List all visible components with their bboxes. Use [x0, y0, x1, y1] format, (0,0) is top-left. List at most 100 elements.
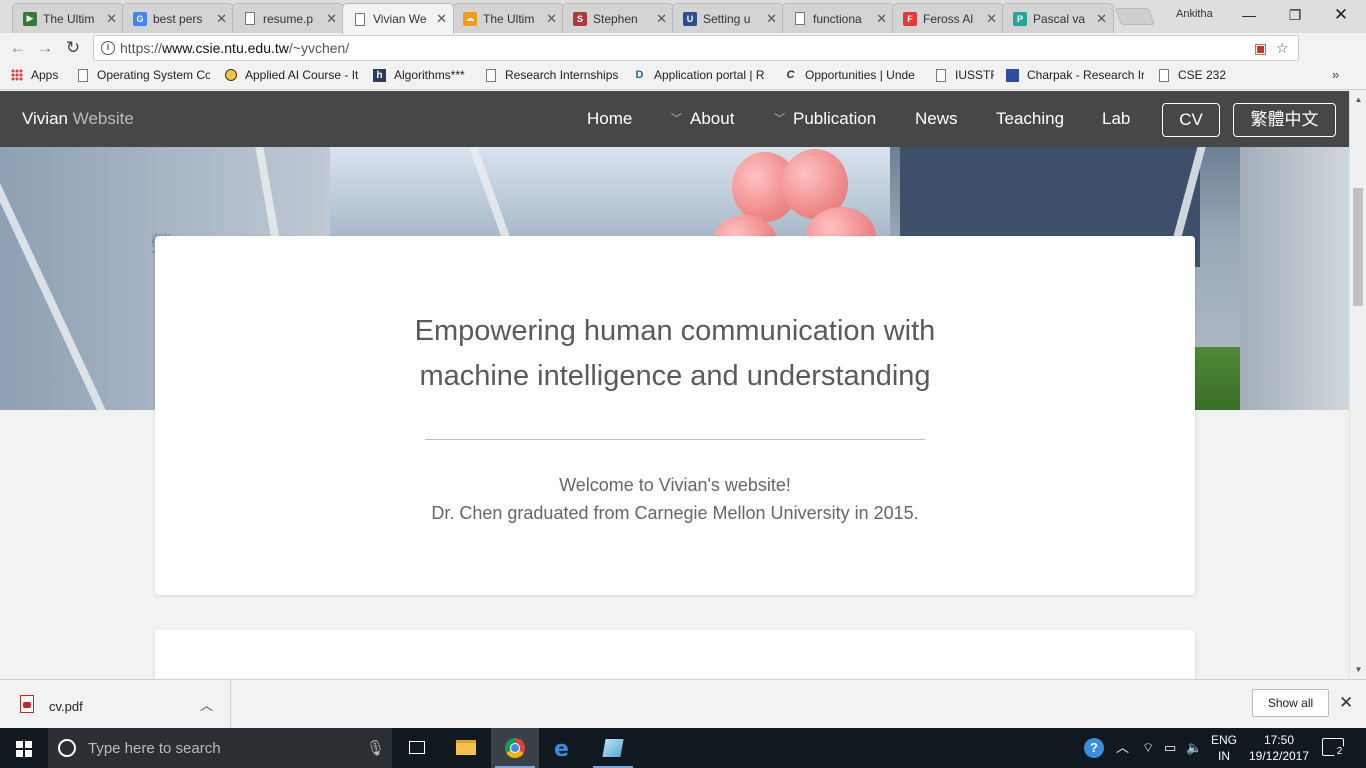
bookmark-item[interactable]: C Opportunities | Unde — [784, 68, 920, 82]
hero-plant — [1195, 347, 1240, 410]
bookmark-label: Applied AI Course - It — [245, 68, 359, 82]
show-hidden-icons-icon[interactable]: ︿ — [1116, 728, 1129, 768]
info-icon[interactable]: i — [101, 41, 115, 55]
site-brand[interactable]: Vivian Website — [22, 91, 134, 147]
bookmark-item[interactable]: Operating System Co — [76, 68, 210, 82]
scroll-down-icon[interactable]: ▼ — [1350, 665, 1366, 674]
chrome-taskbar-button[interactable] — [491, 728, 539, 768]
tab-title: functiona — [813, 11, 862, 26]
close-tab-icon[interactable]: ✕ — [876, 11, 887, 27]
scrollbar-thumb[interactable] — [1353, 188, 1363, 306]
nav-lab-link[interactable]: Lab — [1102, 91, 1130, 147]
close-window-icon[interactable]: ✕ — [1318, 4, 1364, 26]
bookmark-label: CSE 232 — [1178, 68, 1227, 82]
close-tab-icon[interactable]: ✕ — [766, 11, 777, 27]
bookmark-item[interactable]: IUSSTF — [934, 68, 994, 82]
close-tab-icon[interactable]: ✕ — [1096, 11, 1107, 27]
browser-tab[interactable]: F Feross Al ✕ — [892, 3, 1004, 33]
hero-pillar — [1240, 147, 1349, 410]
ai-course-icon — [224, 69, 237, 82]
start-button[interactable] — [0, 728, 48, 768]
bookmark-item[interactable]: D Application portal | R — [633, 68, 771, 82]
bookmark-item[interactable]: Research Internships — [484, 68, 620, 82]
close-tab-icon[interactable]: ✕ — [656, 11, 667, 27]
url-text[interactable]: https://www.csie.ntu.edu.tw/~yvchen/ — [120, 36, 349, 60]
edge-icon: e — [554, 737, 569, 762]
battery-icon[interactable]: ▭ — [1164, 728, 1176, 768]
browser-tab[interactable]: Vivian We ✕ — [342, 3, 454, 34]
bookmark-item[interactable]: CSE 232 — [1157, 68, 1227, 82]
browser-tab[interactable]: ▶ The Ultim ✕ — [12, 3, 124, 33]
charpak-icon — [1006, 68, 1019, 82]
language-code: ENG — [1210, 733, 1237, 747]
apps-grid-icon — [10, 69, 23, 82]
back-arrow-icon[interactable]: ← — [6, 37, 30, 59]
profile-name[interactable]: Ankitha — [1176, 8, 1213, 20]
help-icon[interactable]: ? — [1084, 738, 1104, 758]
forward-arrow-icon[interactable]: → — [33, 37, 57, 59]
task-view-button[interactable] — [392, 728, 440, 768]
bookmark-label: IUSSTF — [955, 68, 994, 82]
more-bookmarks-icon[interactable]: » — [1332, 67, 1339, 82]
browser-tab[interactable]: ☁ The Ultim ✕ — [452, 3, 564, 33]
video-icon: ▶ — [23, 11, 37, 26]
nav-news-link[interactable]: News — [915, 91, 958, 147]
close-tab-icon[interactable]: ✕ — [436, 11, 447, 27]
chinese-language-button[interactable]: 繁體中文 — [1233, 103, 1336, 137]
browser-tab[interactable]: functiona ✕ — [782, 3, 894, 33]
new-tab-button[interactable] — [1114, 8, 1156, 25]
minimize-icon[interactable]: — — [1226, 4, 1272, 26]
close-tab-icon[interactable]: ✕ — [546, 11, 557, 27]
close-download-bar-icon[interactable]: ✕ — [1339, 693, 1353, 713]
bookmark-item[interactable]: h Algorithms*** — [373, 68, 473, 82]
close-tab-icon[interactable]: ✕ — [216, 11, 227, 27]
browser-tab[interactable]: resume.p ✕ — [232, 3, 344, 33]
edge-taskbar-button[interactable]: e — [540, 728, 588, 768]
page-scrollbar[interactable]: ▲ ▼ — [1349, 91, 1366, 679]
download-item[interactable]: cv.pdf ︿ — [0, 680, 231, 729]
input-language[interactable]: ENG IN — [1206, 732, 1242, 764]
bookmark-item[interactable]: Charpak - Research Ir — [1006, 68, 1144, 82]
taskbar-search-box[interactable]: Type here to search 🎙 — [48, 728, 392, 768]
close-tab-icon[interactable]: ✕ — [326, 11, 337, 27]
system-clock[interactable]: 17:50 19/12/2017 — [1248, 732, 1310, 764]
browser-tab[interactable]: Gbest pers ✕ — [122, 3, 234, 33]
section-divider — [425, 439, 925, 440]
nav-publication-link[interactable]: ﹀ Publication — [774, 91, 876, 149]
tab-title: Feross Al — [923, 11, 974, 26]
chrome-icon — [505, 738, 525, 758]
region-code: IN — [1218, 749, 1230, 763]
download-file-name[interactable]: cv.pdf — [49, 699, 83, 714]
bookmark-label: Application portal | R — [654, 68, 765, 82]
show-all-downloads-button[interactable]: Show all — [1252, 689, 1329, 717]
cortana-icon — [58, 739, 76, 757]
wifi-icon[interactable]: ⌔ — [1142, 728, 1154, 768]
microphone-icon[interactable]: 🎙 — [366, 739, 385, 757]
cv-button[interactable]: CV — [1162, 103, 1220, 137]
bookmark-label: Operating System Co — [97, 68, 210, 82]
bookmark-item[interactable]: Applied AI Course - It — [224, 68, 360, 82]
pinned-app-button[interactable] — [589, 728, 637, 768]
restore-icon[interactable]: ❐ — [1272, 4, 1318, 26]
file-explorer-button[interactable] — [442, 728, 490, 768]
intro-text: Welcome to Vivian's website! Dr. Chen gr… — [155, 471, 1195, 527]
tab-strip: ▶ The Ultim ✕ Gbest pers ✕ resume.p ✕ Vivian We… — [0, 0, 1366, 34]
bookmark-item[interactable]: Apps — [10, 68, 70, 82]
tab-title: best pers — [153, 11, 203, 26]
volume-icon[interactable]: 🔈 — [1186, 728, 1202, 768]
reload-icon[interactable]: ↻ — [61, 37, 85, 59]
bookmark-star-icon[interactable]: ☆ — [1276, 40, 1289, 57]
close-tab-icon[interactable]: ✕ — [106, 11, 117, 27]
browser-tab[interactable]: S Stephen ✕ — [562, 3, 674, 33]
nav-teaching-link[interactable]: Teaching — [996, 91, 1064, 147]
nav-about-link[interactable]: ﹀ About — [671, 91, 734, 149]
address-bar[interactable]: i https://www.csie.ntu.edu.tw/~yvchen/ ▣… — [93, 35, 1299, 61]
blocked-popup-icon[interactable]: ▣ — [1254, 40, 1267, 57]
browser-tab[interactable]: U Setting u ✕ — [672, 3, 784, 33]
dj-icon: D — [635, 69, 644, 81]
close-tab-icon[interactable]: ✕ — [986, 11, 997, 27]
browser-tab[interactable]: P Pascal va ✕ — [1002, 3, 1114, 33]
chevron-up-icon[interactable]: ︿ — [200, 695, 213, 714]
scroll-up-icon[interactable]: ▲ — [1350, 95, 1366, 104]
nav-home-link[interactable]: Home — [587, 91, 632, 147]
